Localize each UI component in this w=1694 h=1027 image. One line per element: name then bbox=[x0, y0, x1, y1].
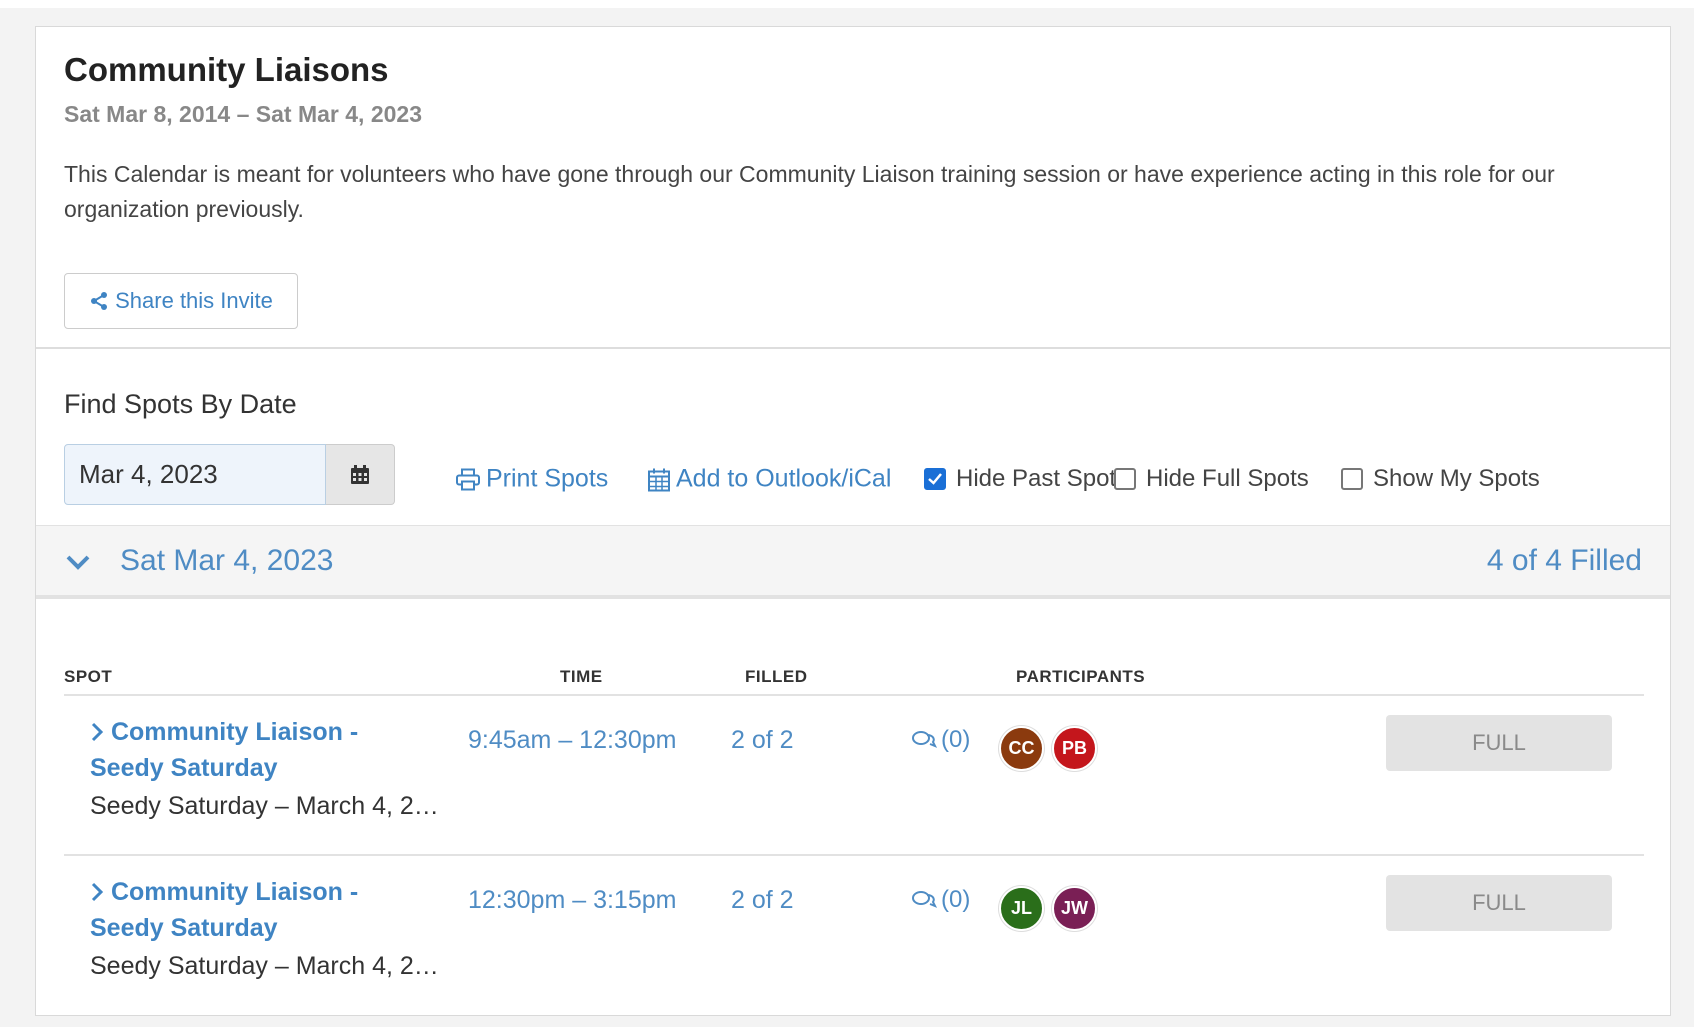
signup-description: This Calendar is meant for volunteers wh… bbox=[64, 161, 1555, 222]
spot-title-line1: Community Liaison - bbox=[110, 718, 359, 746]
table-row: Community Liaison - Seedy Saturday Seedy… bbox=[36, 856, 1670, 1014]
spot-title-link[interactable]: Community Liaison - Seedy Saturday bbox=[90, 874, 420, 946]
avatar[interactable]: CC bbox=[999, 726, 1044, 771]
show-my-spots-checkbox[interactable]: Show My Spots bbox=[1341, 465, 1540, 493]
hide-full-spots-checkbox[interactable]: Hide Full Spots bbox=[1114, 465, 1309, 493]
checkbox-checked-icon bbox=[924, 468, 946, 490]
show-my-spots-label: Show My Spots bbox=[1373, 465, 1540, 492]
calendar-button[interactable] bbox=[326, 444, 395, 505]
comments-count: (0) bbox=[941, 726, 971, 753]
comments-link[interactable]: (0) bbox=[911, 886, 970, 914]
add-to-calendar-label: Add to Outlook/iCal bbox=[676, 464, 892, 493]
spot-time: 9:45am – 12:30pm bbox=[468, 726, 677, 754]
add-to-calendar-link[interactable]: Add to Outlook/iCal bbox=[648, 465, 891, 494]
share-invite-button[interactable]: Share this Invite bbox=[64, 273, 298, 329]
column-header-time: TIME bbox=[560, 667, 603, 686]
column-header-filled: FILLED bbox=[745, 667, 808, 686]
print-spots-label: Print Spots bbox=[486, 464, 609, 493]
day-filled-summary: 4 of 4 Filled bbox=[1486, 544, 1642, 577]
find-spots-label: Find Spots By Date bbox=[64, 389, 297, 419]
date-picker bbox=[64, 444, 395, 505]
comments-icon bbox=[912, 891, 937, 908]
hide-past-spots-label: Hide Past Spots bbox=[956, 465, 1129, 492]
spot-subtitle: Seedy Saturday – March 4, 2023 bbox=[90, 792, 450, 820]
signup-panel: Community Liaisons Sat Mar 8, 2014 – Sat… bbox=[35, 26, 1671, 1016]
hide-full-spots-label: Hide Full Spots bbox=[1146, 465, 1309, 492]
column-header-participants: PARTICIPANTS bbox=[1016, 667, 1146, 686]
table-row: Community Liaison - Seedy Saturday Seedy… bbox=[36, 696, 1670, 854]
participants: CC PB bbox=[999, 726, 1097, 771]
comments-link[interactable]: (0) bbox=[911, 726, 970, 754]
spot-title-line2: Seedy Saturday bbox=[90, 914, 278, 942]
signup-title: Community Liaisons bbox=[64, 51, 389, 88]
spot-filled: 2 of 2 bbox=[731, 886, 794, 914]
print-spots-link[interactable]: Print Spots bbox=[456, 465, 608, 494]
print-icon bbox=[456, 468, 480, 490]
avatar[interactable]: JL bbox=[999, 886, 1044, 931]
spot-title-line1: Community Liaison - bbox=[110, 878, 359, 906]
chevron-right-icon bbox=[91, 722, 104, 742]
calendar-grid-icon bbox=[648, 468, 670, 491]
spot-filled: 2 of 2 bbox=[731, 726, 794, 754]
comments-count: (0) bbox=[941, 886, 971, 913]
checkbox-empty-icon bbox=[1114, 468, 1136, 490]
section-divider bbox=[36, 347, 1670, 349]
share-icon bbox=[91, 292, 108, 310]
spot-title-line2: Seedy Saturday bbox=[90, 754, 278, 782]
share-invite-label: Share this Invite bbox=[115, 288, 273, 313]
spot-title-link[interactable]: Community Liaison - Seedy Saturday bbox=[90, 714, 420, 786]
date-input[interactable] bbox=[64, 444, 326, 505]
calendar-icon bbox=[351, 464, 369, 484]
avatar[interactable]: PB bbox=[1052, 726, 1097, 771]
day-group-header[interactable]: Sat Mar 4, 2023 4 of 4 Filled bbox=[36, 525, 1670, 599]
full-status-button: FULL bbox=[1386, 715, 1612, 771]
avatar[interactable]: JW bbox=[1052, 886, 1097, 931]
spot-time: 12:30pm – 3:15pm bbox=[468, 886, 677, 914]
column-header-spot: SPOT bbox=[64, 667, 113, 686]
spot-subtitle: Seedy Saturday – March 4, 2023 bbox=[90, 952, 450, 980]
top-strip bbox=[0, 0, 1694, 8]
chevron-right-icon bbox=[91, 882, 104, 902]
signup-date-range: Sat Mar 8, 2014 – Sat Mar 4, 2023 bbox=[64, 101, 422, 127]
hide-past-spots-checkbox[interactable]: Hide Past Spots bbox=[924, 465, 1128, 493]
comments-icon bbox=[912, 731, 937, 748]
checkbox-empty-icon bbox=[1341, 468, 1363, 490]
participants: JL JW bbox=[999, 886, 1097, 931]
chevron-down-icon[interactable] bbox=[64, 548, 92, 576]
full-status-button: FULL bbox=[1386, 875, 1612, 931]
day-label: Sat Mar 4, 2023 bbox=[120, 544, 334, 577]
